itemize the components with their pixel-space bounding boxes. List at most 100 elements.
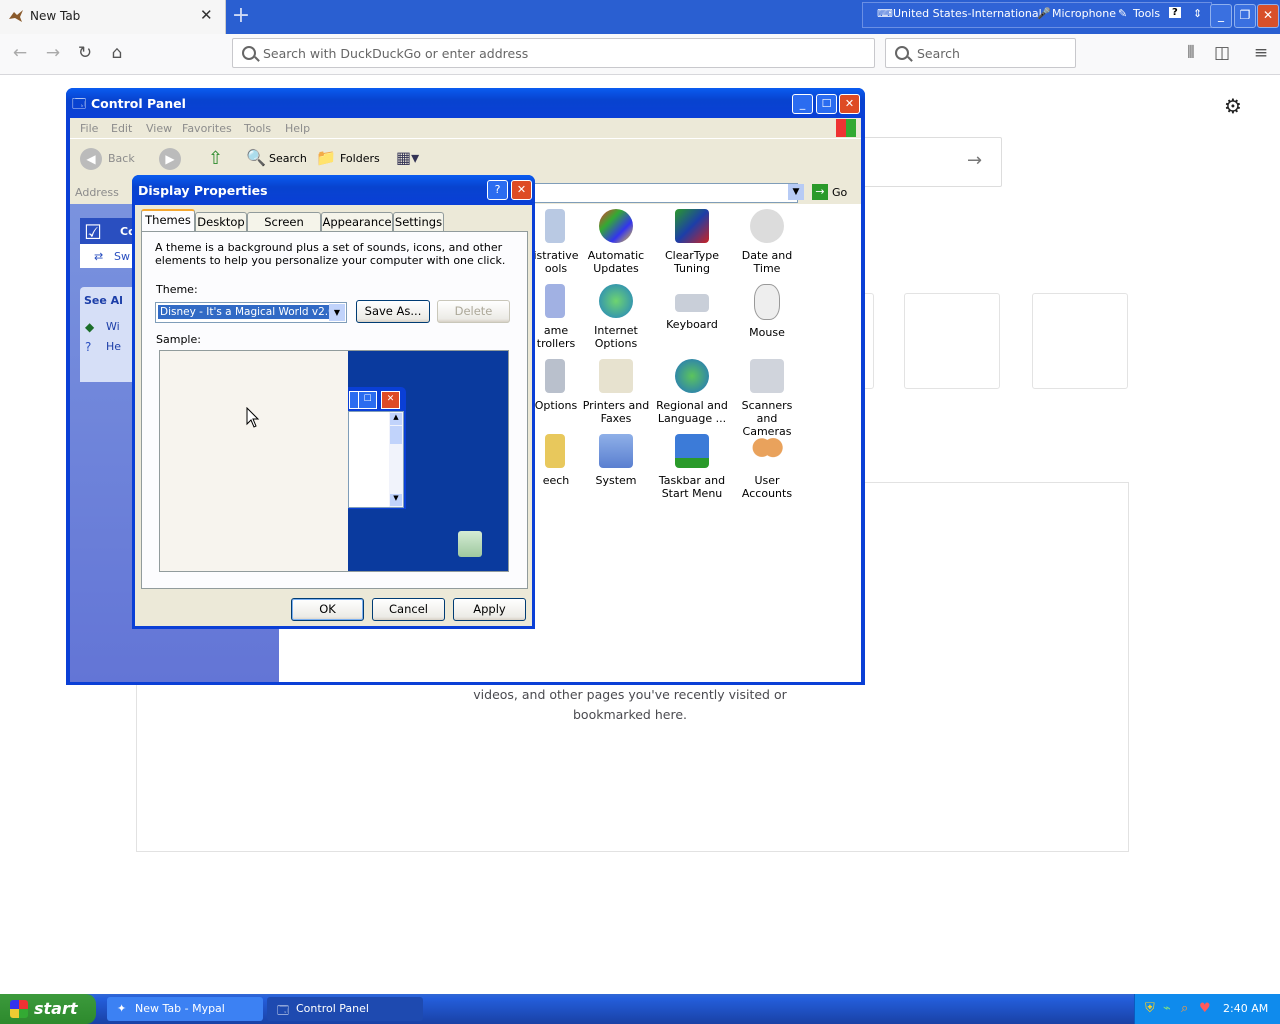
- recycle-bin-icon: [458, 531, 482, 557]
- options-chevron-icon[interactable]: ⇕: [1193, 7, 1202, 20]
- close-button[interactable]: ✕: [511, 180, 532, 200]
- mouse-item[interactable]: Mouse: [730, 284, 804, 339]
- menu-edit[interactable]: Edit: [111, 122, 132, 135]
- ok-button[interactable]: OK: [291, 598, 364, 621]
- internet-options-item[interactable]: Internet Options: [579, 284, 653, 350]
- control-panel-titlebar[interactable]: 🗔 Control Panel _ ☐ ✕: [66, 88, 865, 118]
- menu-file[interactable]: File: [80, 122, 98, 135]
- reload-icon[interactable]: ↻: [74, 42, 96, 64]
- user-accounts-item[interactable]: User Accounts: [730, 434, 804, 500]
- chevron-down-icon[interactable]: ▼: [788, 184, 804, 200]
- top-site-tile[interactable]: [1032, 293, 1128, 389]
- back-button-label[interactable]: Back: [108, 152, 135, 165]
- close-tab-icon[interactable]: ✕: [200, 6, 213, 24]
- search-go-arrow-icon[interactable]: →: [967, 150, 982, 171]
- scanners-cameras-item[interactable]: Scanners and Cameras: [730, 359, 804, 438]
- save-as-button[interactable]: Save As...: [356, 300, 430, 323]
- printers-faxes-item[interactable]: Printers and Faxes: [579, 359, 653, 425]
- cleartype-tuning-item[interactable]: ClearType Tuning: [655, 209, 729, 275]
- start-button[interactable]: start: [0, 994, 96, 1024]
- close-button[interactable]: ✕: [839, 94, 860, 114]
- automatic-updates-item[interactable]: Automatic Updates: [579, 209, 653, 275]
- help-link[interactable]: He: [106, 340, 121, 353]
- chevron-down-icon[interactable]: ▼: [329, 304, 345, 321]
- help-icon[interactable]: ?: [1169, 7, 1181, 18]
- dialog-titlebar[interactable]: Display Properties ? ✕: [132, 175, 535, 205]
- tools-button[interactable]: Tools: [1133, 7, 1160, 20]
- tab-themes[interactable]: Themes: [141, 209, 195, 233]
- security-shield-icon[interactable]: ⛨: [1145, 1001, 1155, 1016]
- minimize-button[interactable]: _: [1210, 4, 1232, 28]
- navigation-toolbar: ← → ↻ ⌂ Search with DuckDuckGo or enter …: [0, 34, 1280, 75]
- menu-view[interactable]: View: [146, 122, 172, 135]
- keyboard-item[interactable]: Keyboard: [655, 284, 729, 331]
- forward-arrow-icon[interactable]: ▶: [159, 148, 181, 170]
- tab-screen-saver[interactable]: Screen Saver: [247, 212, 321, 247]
- tab-new-tab[interactable]: New Tab ✕: [0, 0, 226, 34]
- network-icon[interactable]: ⌁: [1163, 1001, 1171, 1016]
- themes-description: A theme is a background plus a set of so…: [155, 241, 506, 267]
- search-tool-icon[interactable]: ⌕: [1181, 1001, 1188, 1016]
- delete-button[interactable]: Delete: [437, 300, 510, 323]
- windows-update-icon: ◆: [85, 320, 95, 334]
- minimize-button[interactable]: _: [792, 94, 813, 114]
- back-arrow-icon[interactable]: ◀: [80, 148, 102, 170]
- theme-select[interactable]: Disney - It's a Magical World v2.0 ▼: [155, 302, 347, 323]
- restore-button[interactable]: ❐: [1234, 4, 1256, 28]
- back-arrow-icon[interactable]: ←: [9, 42, 31, 64]
- taskbar-start-menu-item[interactable]: Taskbar and Start Menu: [655, 434, 729, 500]
- regional-language-item[interactable]: Regional and Language ...: [655, 359, 729, 425]
- switch-view-link[interactable]: Sw: [114, 250, 130, 263]
- maximize-button[interactable]: ☐: [816, 94, 837, 114]
- search-bar[interactable]: Search: [885, 38, 1076, 68]
- internet-options-icon: [599, 284, 633, 318]
- mouse-cursor-icon: [246, 407, 260, 428]
- up-folder-icon[interactable]: ⇧: [208, 148, 223, 169]
- item-label: Date and Time: [741, 249, 793, 275]
- tab-title: New Tab: [30, 9, 81, 23]
- language-button[interactable]: United States-International: [893, 7, 1042, 20]
- chevron-up-icon: ▲: [390, 413, 402, 425]
- options-icon: [545, 359, 565, 393]
- taskbar-item-mypal[interactable]: ✦ New Tab - Mypal: [107, 997, 263, 1021]
- clock-icon: [750, 209, 784, 243]
- clock[interactable]: 2:40 AM: [1223, 1002, 1268, 1015]
- page-search-box[interactable]: →: [860, 137, 1002, 187]
- taskbar-item-control-panel[interactable]: 🗔 Control Panel: [267, 997, 423, 1021]
- item-label: User Accounts: [741, 474, 793, 500]
- windows-update-link[interactable]: Wi: [106, 320, 120, 333]
- menu-help[interactable]: Help: [285, 122, 310, 135]
- mypal-icon: ✦: [117, 1002, 127, 1015]
- menu-icon[interactable]: ≡: [1250, 42, 1272, 64]
- top-site-tile[interactable]: [904, 293, 1000, 389]
- go-arrow-icon[interactable]: →: [812, 184, 828, 200]
- help-icon: ?: [85, 340, 92, 354]
- views-icon[interactable]: ▦▾: [396, 148, 419, 167]
- sidebar-icon[interactable]: ◫: [1211, 42, 1233, 64]
- tab-desktop[interactable]: Desktop: [195, 212, 247, 232]
- search-icon: [895, 46, 909, 60]
- address-bar[interactable]: Search with DuckDuckGo or enter address: [232, 38, 875, 68]
- help-button[interactable]: ?: [487, 180, 508, 200]
- menu-favorites[interactable]: Favorites: [182, 122, 232, 135]
- search-button[interactable]: Search: [269, 152, 307, 165]
- speech-icon: [545, 434, 565, 468]
- tab-settings[interactable]: Settings: [393, 212, 444, 232]
- cancel-button[interactable]: Cancel: [372, 598, 445, 621]
- close-button[interactable]: ✕: [1257, 4, 1279, 28]
- tab-appearance[interactable]: Appearance: [321, 212, 393, 232]
- library-icon[interactable]: ⫴: [1180, 42, 1202, 64]
- apply-button[interactable]: Apply: [453, 598, 526, 621]
- forward-arrow-icon[interactable]: →: [42, 42, 64, 64]
- system-item[interactable]: System: [579, 434, 653, 487]
- date-time-item[interactable]: Date and Time: [730, 209, 804, 275]
- home-icon[interactable]: ⌂: [106, 42, 128, 64]
- go-button[interactable]: Go: [832, 186, 847, 199]
- new-tab-button[interactable]: +: [228, 4, 254, 30]
- microphone-button[interactable]: Microphone: [1052, 7, 1116, 20]
- settings-gear-icon[interactable]: ⚙: [1224, 94, 1242, 118]
- highlights-text-line-2: bookmarked here.: [573, 707, 687, 722]
- antivirus-icon[interactable]: ♥: [1199, 1001, 1211, 1016]
- menu-tools[interactable]: Tools: [244, 122, 271, 135]
- folders-button[interactable]: Folders: [340, 152, 380, 165]
